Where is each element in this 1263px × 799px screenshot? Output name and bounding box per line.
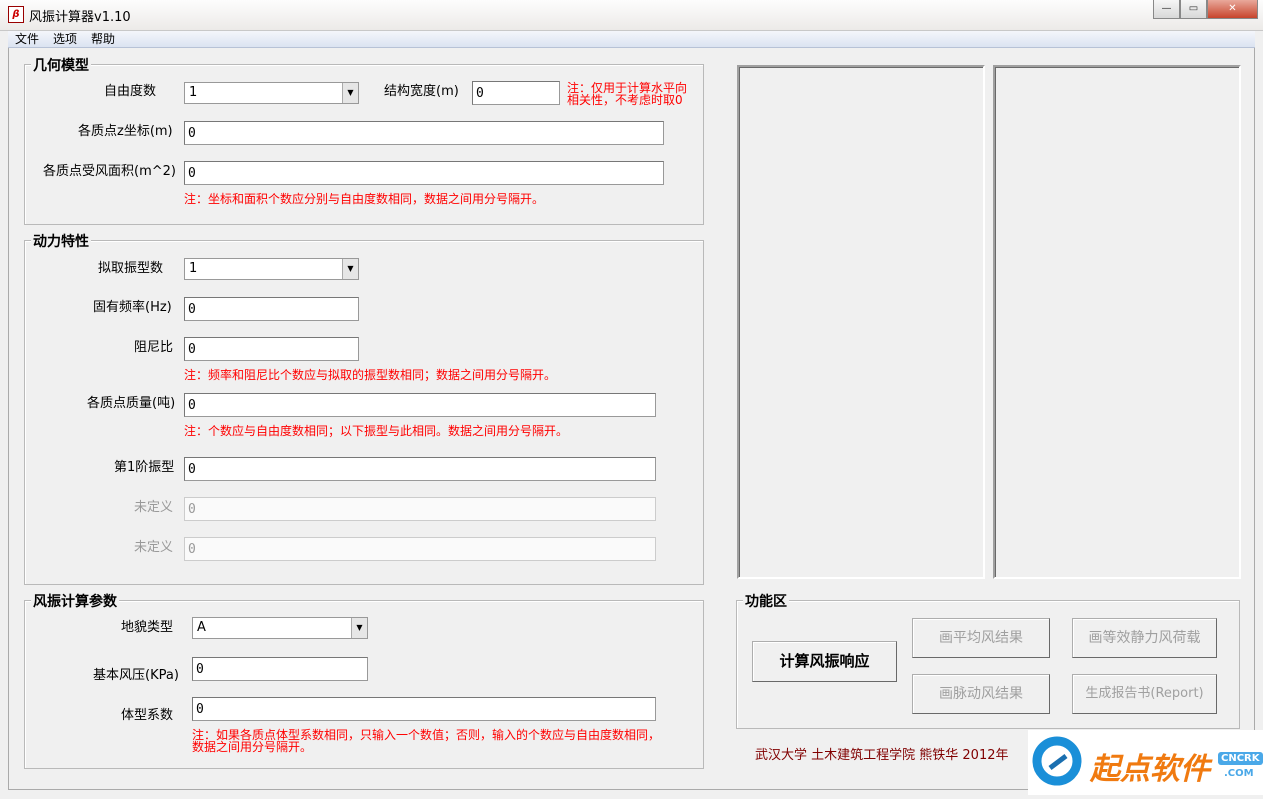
area-input[interactable] [184,161,664,185]
mass-input[interactable] [184,393,656,417]
calc-response-button[interactable]: 计算风振响应 [752,641,897,682]
logo-text: 起点软件 [1090,752,1210,787]
plot-panel-right [993,65,1241,579]
group-title: 动力特性 [31,231,91,251]
watermark-logo: 起点软件 CNCRK .COM [1028,730,1263,795]
terrain-select[interactable]: A ▼ [192,617,368,639]
chevron-down-icon[interactable]: ▼ [351,618,367,638]
window-title: 风振计算器v1.10 [29,10,131,25]
shape-input[interactable] [192,697,656,721]
modes-label: 拟取振型数 [98,261,164,276]
wind-note: 注：如果各质点体型系数相同，只输入一个数值；否则，输入的个数应与自由度数相同，数… [192,728,661,754]
z-input[interactable] [184,121,664,145]
pressure-label: 基本风压(KPa) [93,668,179,683]
footer-credit: 武汉大学 土木建筑工程学院 熊铁华 2012年 [755,748,1009,763]
modes-select[interactable]: 1 ▼ [184,258,359,280]
width-note: 注：仅用于计算水平向 相关性，不考虑时取0 [567,81,688,107]
terrain-value: A [197,620,206,635]
pressure-input[interactable] [192,657,368,681]
damp-label: 阻尼比 [134,340,174,355]
generate-report-button[interactable]: 生成报告书(Report) [1072,674,1217,714]
logo-badge: CNCRK [1218,752,1263,765]
chevron-down-icon[interactable]: ▼ [342,259,358,279]
mode2-label: 未定义 [134,500,174,515]
dof-value: 1 [189,85,198,100]
width-input[interactable] [472,81,560,105]
width-label: 结构宽度(m) [384,84,459,99]
plot-static-load-button[interactable]: 画等效静力风荷载 [1072,618,1217,658]
dynamics-note-1: 注：频率和阻尼比个数应与拟取的振型数相同；数据之间用分号隔开。 [184,368,557,382]
minimize-button[interactable]: — [1153,0,1180,19]
shape-label: 体型系数 [121,708,174,723]
group-title: 功能区 [743,591,789,611]
freq-input[interactable] [184,297,359,321]
mode2-input[interactable] [184,497,656,521]
menu-options[interactable]: 选项 [53,31,77,48]
mode3-input[interactable] [184,537,656,561]
mass-label: 各质点质量(吨) [87,396,176,411]
group-title: 风振计算参数 [31,591,119,611]
title-bar: β 风振计算器v1.10 — ▭ ✕ [0,0,1263,31]
plot-mean-button[interactable]: 画平均风结果 [912,618,1050,658]
app-icon: β [8,6,24,23]
plot-panel-left [737,65,985,579]
plot-fluctuating-button[interactable]: 画脉动风结果 [912,674,1050,714]
logo-domain: .COM [1224,768,1254,779]
damp-input[interactable] [184,337,359,361]
modes-value: 1 [189,261,198,276]
chevron-down-icon[interactable]: ▼ [342,83,358,103]
dof-label: 自由度数 [104,84,157,99]
dynamics-note-2: 注：个数应与自由度数相同；以下振型与此相同。数据之间用分号隔开。 [184,424,569,438]
freq-label: 固有频率(Hz) [93,300,172,315]
mode1-label: 第1阶振型 [114,460,175,475]
group-title: 几何模型 [31,55,91,75]
close-button[interactable]: ✕ [1207,0,1258,19]
geometry-note: 注：坐标和面积个数应分别与自由度数相同，数据之间用分号隔开。 [184,192,545,206]
mode3-label: 未定义 [134,540,174,555]
maximize-button[interactable]: ▭ [1180,0,1207,19]
menu-file[interactable]: 文件 [15,31,39,48]
menu-help[interactable]: 帮助 [91,31,115,48]
dof-select[interactable]: 1 ▼ [184,82,359,104]
menu-bar: 文件 选项 帮助 [8,31,1255,48]
mode1-input[interactable] [184,457,656,481]
z-label: 各质点z坐标(m) [78,124,173,139]
terrain-label: 地貌类型 [121,620,174,635]
area-label: 各质点受风面积(m^2) [43,164,176,179]
